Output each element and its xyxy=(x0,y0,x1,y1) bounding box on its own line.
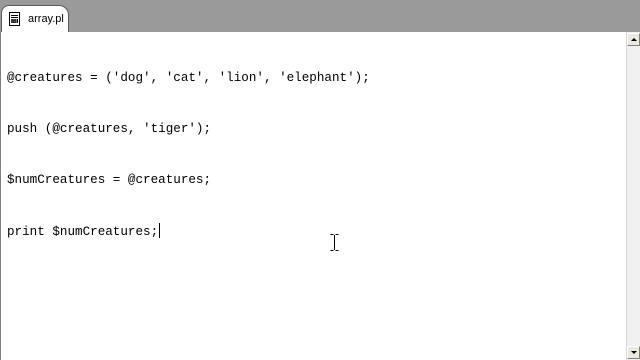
scroll-down-button[interactable] xyxy=(627,346,640,359)
code-text[interactable]: @creatures = ('dog', 'cat', 'lion', 'ele… xyxy=(7,36,370,274)
perl-file-icon xyxy=(8,12,22,26)
code-line-3[interactable]: $numCreatures = @creatures; xyxy=(7,172,370,189)
code-line-2[interactable]: push (@creatures, 'tiger'); xyxy=(7,121,370,138)
ibeam-cursor-icon xyxy=(330,234,339,251)
vertical-scrollbar[interactable] xyxy=(626,32,640,360)
code-line-4-text[interactable]: print $numCreatures; xyxy=(7,225,158,239)
code-editor-area[interactable]: @creatures = ('dog', 'cat', 'lion', 'ele… xyxy=(0,32,626,360)
code-line-1[interactable]: @creatures = ('dog', 'cat', 'lion', 'ele… xyxy=(7,70,370,87)
scroll-up-button[interactable] xyxy=(627,33,640,46)
document-tab-array-pl[interactable]: array.pl xyxy=(1,5,69,32)
code-line-4[interactable]: print $numCreatures; xyxy=(7,223,370,240)
arrow-down-icon xyxy=(630,351,637,354)
editor-window: array.pl @creatures = ('dog', 'cat', 'li… xyxy=(0,0,640,360)
document-tab-bar: array.pl xyxy=(0,0,640,33)
tab-filename-label: array.pl xyxy=(28,13,64,25)
arrow-up-icon xyxy=(630,38,637,41)
text-caret xyxy=(159,223,161,238)
